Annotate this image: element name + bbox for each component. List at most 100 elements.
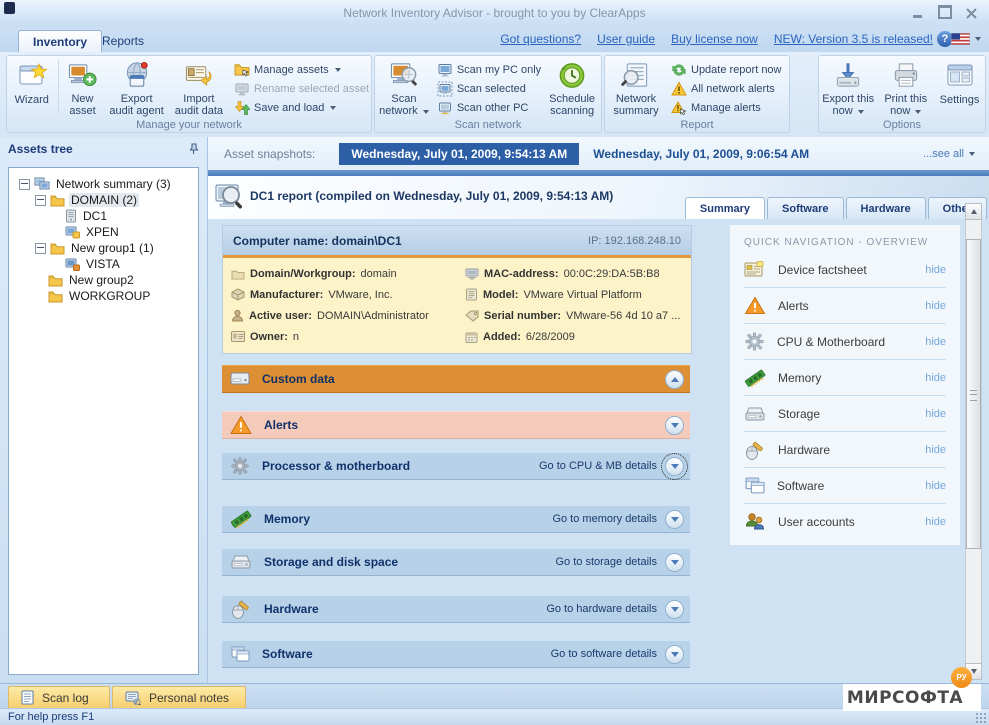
new-asset-button[interactable]: New asset [60, 56, 106, 117]
snapshot-selected[interactable]: Wednesday, July 01, 2009, 9:54:13 AM [339, 143, 579, 165]
scan-other-pc-button[interactable]: Scan other PC [437, 98, 541, 117]
scan-network-button[interactable]: Scan network [375, 56, 433, 117]
hide-link[interactable]: hide [925, 444, 946, 456]
print-this-now-button[interactable]: Print this now [879, 56, 932, 117]
rename-asset-button[interactable]: Rename selected asset [234, 79, 369, 98]
go-to-software-link[interactable]: Go to software details [551, 648, 657, 660]
collapse-section-button[interactable] [665, 370, 684, 389]
tab-reports[interactable]: Reports [88, 30, 158, 52]
save-and-load-button[interactable]: Save and load [234, 98, 369, 117]
go-to-storage-link[interactable]: Go to storage details [555, 556, 657, 568]
tree-node-new-group1[interactable]: New group1 (1) [9, 240, 198, 256]
group-report: Network summary Update report now [604, 55, 790, 133]
quick-nav-software[interactable]: Software hide [744, 468, 946, 504]
scan-my-pc-button[interactable]: Scan my PC only [437, 60, 541, 79]
scan-log-tab[interactable]: Scan log [8, 686, 110, 709]
tree-node-vista[interactable]: VISTA [9, 256, 198, 272]
tree-node-workgroup[interactable]: WORKGROUP [9, 288, 198, 304]
collapse-icon[interactable] [19, 179, 30, 190]
ribbon: Wizard New asset [0, 52, 989, 138]
fact-row: Owner:n [223, 326, 457, 347]
watermark-text: МИРСОФТА [847, 688, 977, 708]
close-button[interactable] [964, 7, 979, 19]
section-custom-data[interactable]: Custom data [222, 365, 690, 393]
quick-nav-hardware[interactable]: Hardware hide [744, 432, 946, 468]
go-to-cpu-link[interactable]: Go to CPU & MB details [539, 460, 657, 472]
scan-selected-button[interactable]: Scan selected [437, 79, 541, 98]
tab-summary[interactable]: Summary [685, 197, 765, 219]
update-report-button[interactable]: Update report now [671, 60, 782, 79]
link-new-version[interactable]: NEW: Version 3.5 is released! [774, 32, 933, 46]
export-this-now-button[interactable]: Export this now [819, 56, 877, 117]
import-audit-data-button[interactable]: Import audit data [168, 56, 230, 117]
quick-nav-memory[interactable]: Memory hide [744, 360, 946, 396]
quick-nav-storage[interactable]: Storage hide [744, 396, 946, 432]
alert-icon [230, 415, 252, 435]
link-buy-license[interactable]: Buy license now [671, 32, 758, 46]
see-all-link[interactable]: ...see all [923, 148, 975, 160]
quick-nav-user-accounts[interactable]: User accounts hide [744, 504, 946, 539]
expand-section-button[interactable] [665, 645, 684, 664]
expand-section-button[interactable] [665, 457, 684, 476]
go-to-memory-link[interactable]: Go to memory details [552, 513, 657, 525]
network-summary-button[interactable]: Network summary [605, 56, 667, 117]
wizard-button[interactable]: Wizard [7, 56, 57, 117]
section-hardware[interactable]: Hardware Go to hardware details [222, 595, 690, 623]
ip-address: IP: 192.168.248.10 [588, 235, 681, 247]
section-alerts[interactable]: Alerts [222, 411, 690, 439]
link-got-questions[interactable]: Got questions? [500, 32, 581, 46]
expand-section-button[interactable] [665, 553, 684, 572]
quick-nav-device-factsheet[interactable]: Device factsheet hide [744, 252, 946, 288]
hide-link[interactable]: hide [925, 264, 946, 276]
section-software[interactable]: Software Go to software details [222, 640, 690, 668]
go-to-hardware-link[interactable]: Go to hardware details [546, 603, 657, 615]
hide-link[interactable]: hide [925, 336, 946, 348]
scan-network-icon [388, 60, 420, 91]
quick-nav-cpu[interactable]: CPU & Motherboard hide [744, 324, 946, 360]
tree-node-new-group2[interactable]: New group2 [9, 272, 198, 288]
tree-node-xpen[interactable]: XPEN [9, 224, 198, 240]
settings-button[interactable]: Settings [934, 56, 985, 117]
section-processor-motherboard[interactable]: Processor & motherboard Go to CPU & MB d… [222, 452, 690, 480]
collapse-icon[interactable] [35, 195, 46, 206]
personal-notes-tab[interactable]: Personal notes [112, 686, 246, 709]
collapse-icon[interactable] [35, 243, 46, 254]
hide-link[interactable]: hide [925, 480, 946, 492]
scrollbar-thumb[interactable] [966, 239, 981, 549]
tree-node-dc1[interactable]: DC1 [9, 208, 198, 224]
tab-hardware[interactable]: Hardware [846, 197, 926, 219]
vertical-scrollbar[interactable] [965, 203, 982, 725]
manage-assets-button[interactable]: Manage assets [234, 60, 369, 79]
language-selector[interactable] [951, 33, 981, 45]
folder-icon [50, 194, 65, 207]
section-storage[interactable]: Storage and disk space Go to storage det… [222, 548, 690, 576]
hide-link[interactable]: hide [925, 372, 946, 384]
expand-section-button[interactable] [665, 510, 684, 529]
hide-link[interactable]: hide [925, 300, 946, 312]
hide-link[interactable]: hide [925, 408, 946, 420]
export-audit-agent-button[interactable]: Export audit agent [105, 56, 167, 117]
section-memory[interactable]: Memory Go to memory details [222, 505, 690, 533]
status-bar: For help press F1 [0, 708, 989, 725]
scroll-up-button[interactable] [965, 203, 982, 220]
schedule-scanning-button[interactable]: Schedule scanning [543, 56, 601, 117]
server-icon [65, 209, 77, 223]
quick-nav-alerts[interactable]: Alerts hide [744, 288, 946, 324]
expand-section-button[interactable] [665, 416, 684, 435]
manage-alerts-button[interactable]: Manage alerts [671, 98, 782, 117]
all-network-alerts-button[interactable]: All network alerts [671, 79, 782, 98]
resize-grip[interactable] [976, 713, 986, 723]
tree-node-network-summary[interactable]: Network summary (3) [9, 176, 198, 192]
scrollbar-track[interactable] [965, 220, 982, 663]
expand-section-button[interactable] [665, 600, 684, 619]
snapshot-second[interactable]: Wednesday, July 01, 2009, 9:06:54 AM [593, 147, 809, 161]
maximize-button[interactable] [937, 7, 952, 19]
bottom-tabs: Scan log Personal notes [0, 683, 989, 709]
minimize-button[interactable] [910, 7, 925, 19]
group-manage-network: Wizard New asset [6, 55, 372, 133]
pin-icon[interactable] [188, 143, 199, 155]
tree-node-domain[interactable]: DOMAIN (2) [9, 192, 198, 208]
link-user-guide[interactable]: User guide [597, 32, 655, 46]
hide-link[interactable]: hide [925, 516, 946, 528]
tab-software[interactable]: Software [767, 197, 843, 219]
